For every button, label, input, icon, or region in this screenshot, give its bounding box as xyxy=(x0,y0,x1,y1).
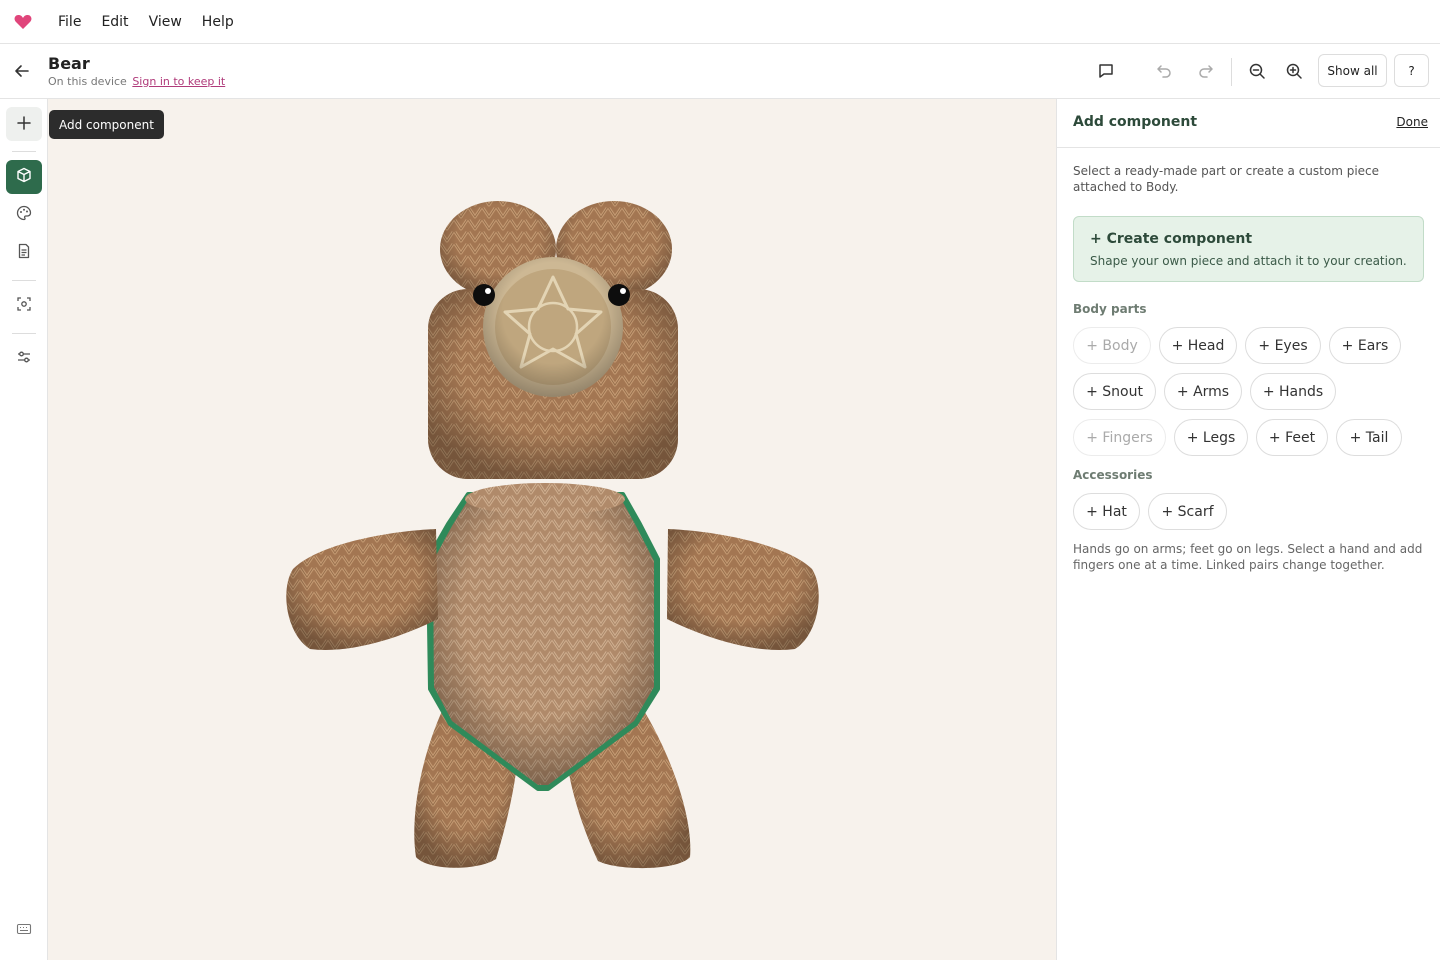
back-arrow-icon[interactable] xyxy=(10,59,34,83)
menu-bar: File Edit View Help xyxy=(0,0,1440,44)
done-button[interactable]: Done xyxy=(1396,115,1428,129)
chip-arms[interactable]: + Arms xyxy=(1164,373,1242,410)
palette-icon xyxy=(16,205,32,225)
chip-hands[interactable]: + Hands xyxy=(1250,373,1336,410)
chip-snout[interactable]: + Snout xyxy=(1073,373,1156,410)
panel-help-note: Hands go on arms; feet go on legs. Selec… xyxy=(1073,542,1423,572)
menu-edit[interactable]: Edit xyxy=(91,10,138,34)
sliders-icon xyxy=(16,349,32,369)
components-tool-button[interactable] xyxy=(6,160,42,194)
add-component-panel: Add component Done Select a ready-made p… xyxy=(1056,99,1440,960)
add-component-button[interactable] xyxy=(6,107,42,141)
page-title: Bear xyxy=(48,54,90,73)
redo-icon[interactable] xyxy=(1191,56,1221,86)
zoom-out-icon[interactable] xyxy=(1242,56,1272,86)
toolbar-divider xyxy=(1231,58,1232,86)
chip-ears[interactable]: + Ears xyxy=(1329,327,1401,364)
cube-icon xyxy=(16,167,32,187)
save-status-text: On this device xyxy=(48,75,127,88)
undo-icon[interactable] xyxy=(1149,56,1179,86)
keyboard-shortcuts-button[interactable] xyxy=(6,913,42,947)
focus-icon xyxy=(16,296,32,316)
tool-rail xyxy=(0,99,48,960)
chip-tail[interactable]: + Tail xyxy=(1336,419,1402,456)
sign-in-link[interactable]: Sign in to keep it xyxy=(132,75,225,88)
comment-icon[interactable] xyxy=(1091,56,1121,86)
rail-divider xyxy=(12,151,36,152)
zoom-in-icon[interactable] xyxy=(1279,56,1309,86)
create-component-title: + Create component xyxy=(1090,231,1253,247)
panel-header: Add component Done xyxy=(1057,99,1440,148)
create-component-button[interactable]: + Create component Shape your own piece … xyxy=(1073,216,1424,282)
chip-body: + Body xyxy=(1073,327,1151,364)
save-status: On this device Sign in to keep it xyxy=(48,75,225,88)
chip-scarf[interactable]: + Scarf xyxy=(1148,493,1227,530)
accessories-label: Accessories xyxy=(1073,468,1153,482)
menu-help[interactable]: Help xyxy=(192,10,244,34)
add-component-tooltip: Add component xyxy=(49,110,164,139)
body-parts-label: Body parts xyxy=(1073,302,1147,316)
chip-head[interactable]: + Head xyxy=(1159,327,1237,364)
document-icon xyxy=(16,243,32,263)
chip-eyes[interactable]: + Eyes xyxy=(1245,327,1321,364)
show-all-button[interactable]: Show all xyxy=(1318,54,1387,87)
help-button[interactable]: ? xyxy=(1394,54,1429,87)
heart-icon[interactable] xyxy=(12,11,34,33)
colors-tool-button[interactable] xyxy=(6,198,42,232)
keyboard-icon xyxy=(16,921,32,940)
bear-model[interactable] xyxy=(48,99,1056,960)
chip-feet[interactable]: + Feet xyxy=(1256,419,1328,456)
panel-title: Add component xyxy=(1073,114,1198,130)
focus-tool-button[interactable] xyxy=(6,289,42,323)
panel-description: Select a ready-made part or create a cus… xyxy=(1073,164,1380,194)
document-header: Bear On this device Sign in to keep it S… xyxy=(0,44,1440,99)
chip-fingers: + Fingers xyxy=(1073,419,1166,456)
chip-hat[interactable]: + Hat xyxy=(1073,493,1140,530)
menu-view[interactable]: View xyxy=(139,10,192,34)
rail-divider xyxy=(12,333,36,334)
settings-tool-button[interactable] xyxy=(6,342,42,376)
chip-legs[interactable]: + Legs xyxy=(1174,419,1248,456)
rail-divider xyxy=(12,280,36,281)
create-component-subtitle: Shape your own piece and attach it to yo… xyxy=(1090,254,1407,268)
model-viewport[interactable] xyxy=(48,99,1056,960)
pattern-tool-button[interactable] xyxy=(6,236,42,270)
plus-icon xyxy=(17,115,31,134)
menu-file[interactable]: File xyxy=(48,10,91,34)
bear-snout[interactable] xyxy=(483,257,623,397)
